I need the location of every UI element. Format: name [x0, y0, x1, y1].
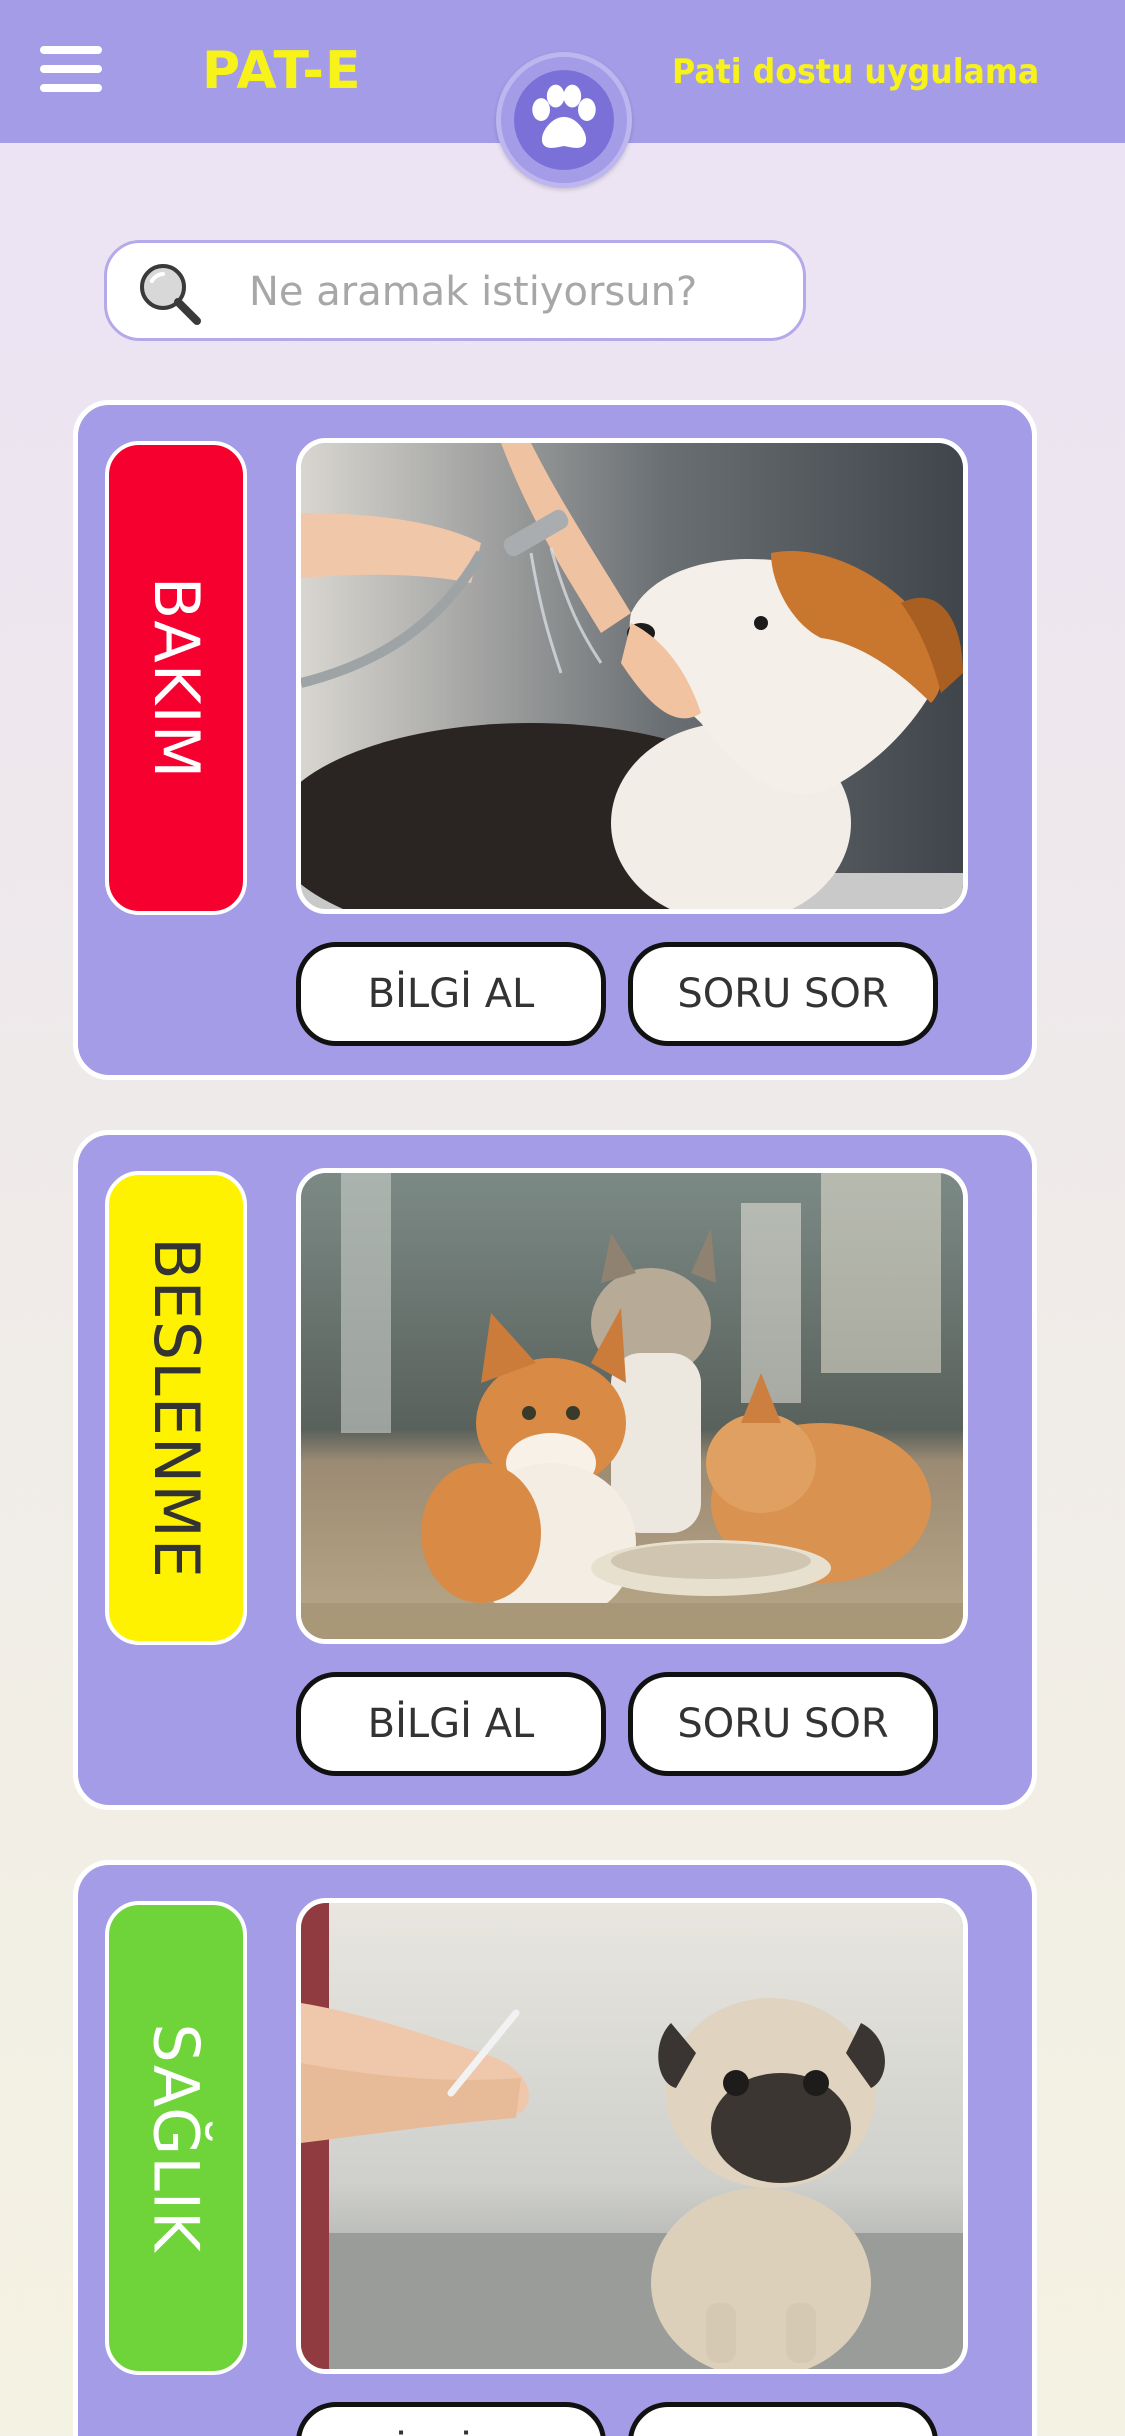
- category-label-saglik[interactable]: SAĞLIK: [105, 1901, 247, 2375]
- app-tagline: Pati dostu uygulama: [672, 52, 1040, 92]
- search-input[interactable]: [249, 261, 769, 323]
- category-photo-beslenme[interactable]: [296, 1168, 968, 1644]
- app-title: PAT-E: [202, 41, 362, 101]
- category-card-bakim: BAKIM BİLGİ AL SORU SOR: [73, 400, 1037, 1080]
- category-label-text: BESLENME: [140, 1237, 214, 1579]
- hamburger-menu-icon[interactable]: [40, 44, 104, 94]
- category-photo-saglik[interactable]: [296, 1898, 968, 2374]
- category-card-beslenme: BESLENME BİLGİ AL SORU SOR: [73, 1130, 1037, 1810]
- category-photo-bakim[interactable]: [296, 438, 968, 914]
- ask-button-saglik[interactable]: SORU SOR: [628, 2402, 938, 2436]
- category-label-bakim[interactable]: BAKIM: [105, 441, 247, 915]
- paw-icon[interactable]: [496, 52, 632, 188]
- category-label-text: BAKIM: [140, 576, 214, 780]
- info-button-bakim[interactable]: BİLGİ AL: [296, 942, 606, 1046]
- category-card-saglik: SAĞLIK: [73, 1860, 1037, 2436]
- info-button-beslenme[interactable]: BİLGİ AL: [296, 1672, 606, 1776]
- search-bar[interactable]: [104, 240, 806, 341]
- search-icon[interactable]: [135, 259, 203, 327]
- ask-button-beslenme[interactable]: SORU SOR: [628, 1672, 938, 1776]
- category-label-beslenme[interactable]: BESLENME: [105, 1171, 247, 1645]
- ask-button-bakim[interactable]: SORU SOR: [628, 942, 938, 1046]
- category-label-text: SAĞLIK: [140, 2023, 214, 2253]
- info-button-saglik[interactable]: BİLGİ AL: [296, 2402, 606, 2436]
